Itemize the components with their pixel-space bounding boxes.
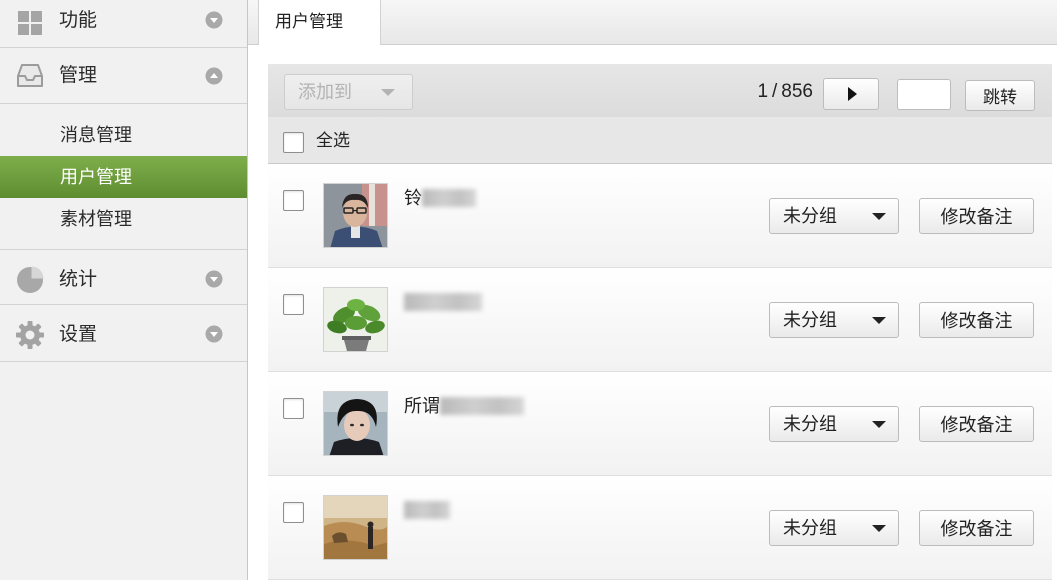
tab-user-management[interactable]: 用户管理 xyxy=(258,0,381,45)
add-to-dropdown[interactable]: 添加到 xyxy=(284,74,413,110)
name-blur-mask xyxy=(422,189,476,207)
user-checkbox[interactable] xyxy=(283,190,304,211)
user-name-text: 铃 xyxy=(404,188,422,208)
avatar xyxy=(323,391,388,456)
user-list-panel: 添加到 1/856 跳转 全选 铃 未分组 修改备注 未分组 修改备注 所谓 未… xyxy=(268,64,1052,580)
group-dropdown[interactable]: 未分组 xyxy=(769,510,899,546)
user-name: 铃 xyxy=(404,187,476,209)
group-label: 未分组 xyxy=(783,518,837,538)
sidebar-submenu-manage: 消息管理 用户管理 素材管理 xyxy=(0,104,247,250)
caret-down-icon xyxy=(872,317,886,324)
triangle-right-icon xyxy=(848,87,857,101)
tab-bar: 用户管理 xyxy=(248,0,1057,45)
chevron-down-icon[interactable] xyxy=(205,270,223,288)
sidebar-section-settings[interactable]: 设置 xyxy=(0,305,247,362)
name-blur-mask xyxy=(404,501,450,519)
select-all-row: 全选 xyxy=(268,117,1052,164)
user-checkbox[interactable] xyxy=(283,294,304,315)
sidebar-section-manage[interactable]: 管理 xyxy=(0,48,247,104)
sidebar-section-statistics[interactable]: 统计 xyxy=(0,250,247,305)
toolbar: 添加到 1/856 跳转 xyxy=(268,64,1052,117)
select-all-label[interactable]: 全选 xyxy=(316,130,350,152)
edit-remark-button[interactable]: 修改备注 xyxy=(919,510,1034,546)
pie-chart-icon xyxy=(15,265,45,295)
grid-icon xyxy=(17,10,43,36)
avatar xyxy=(323,495,388,560)
chevron-down-icon[interactable] xyxy=(205,11,223,29)
sidebar-item-material-management[interactable]: 素材管理 xyxy=(0,198,247,240)
gear-icon xyxy=(14,319,46,351)
page-total: 856 xyxy=(781,81,813,102)
caret-down-icon xyxy=(872,525,886,532)
user-list: 铃 未分组 修改备注 未分组 修改备注 所谓 未分组 修改备注 未分组 修改备注 xyxy=(268,164,1052,580)
user-row: 未分组 修改备注 xyxy=(268,268,1052,372)
avatar xyxy=(323,183,388,248)
user-row: 所谓 未分组 修改备注 xyxy=(268,372,1052,476)
group-dropdown[interactable]: 未分组 xyxy=(769,302,899,338)
group-label: 未分组 xyxy=(783,414,837,434)
user-checkbox[interactable] xyxy=(283,398,304,419)
name-blur-mask xyxy=(440,397,524,415)
user-name xyxy=(404,291,482,313)
sidebar-section-label: 功能 xyxy=(59,10,98,31)
sidebar-section-function[interactable]: 功能 xyxy=(0,0,247,48)
user-name xyxy=(404,499,450,521)
user-row: 铃 未分组 修改备注 xyxy=(268,164,1052,268)
inbox-icon xyxy=(15,60,45,90)
caret-down-icon xyxy=(872,421,886,428)
sidebar-section-label: 设置 xyxy=(59,324,98,345)
group-dropdown[interactable]: 未分组 xyxy=(769,198,899,234)
sidebar-item-message-management[interactable]: 消息管理 xyxy=(0,114,247,156)
sidebar-item-user-management[interactable]: 用户管理 xyxy=(0,156,247,198)
caret-down-icon xyxy=(381,89,395,96)
edit-remark-button[interactable]: 修改备注 xyxy=(919,302,1034,338)
page-jump-input[interactable] xyxy=(897,79,951,110)
name-blur-mask xyxy=(404,293,482,311)
sidebar: 功能 管理 消息管理 用户管理 素材管理 统计 设置 xyxy=(0,0,248,580)
group-dropdown[interactable]: 未分组 xyxy=(769,406,899,442)
user-checkbox[interactable] xyxy=(283,502,304,523)
sidebar-section-label: 管理 xyxy=(59,65,98,86)
page-current: 1 xyxy=(757,81,769,102)
avatar xyxy=(323,287,388,352)
pager-text: 1/856 xyxy=(757,81,813,103)
edit-remark-button[interactable]: 修改备注 xyxy=(919,406,1034,442)
user-name-text: 所谓 xyxy=(404,396,440,416)
page-separator: / xyxy=(772,81,778,102)
group-label: 未分组 xyxy=(783,206,837,226)
jump-button[interactable]: 跳转 xyxy=(965,80,1035,111)
next-page-button[interactable] xyxy=(823,78,879,110)
sidebar-section-label: 统计 xyxy=(59,269,98,290)
add-to-label: 添加到 xyxy=(298,82,352,102)
caret-down-icon xyxy=(872,213,886,220)
group-label: 未分组 xyxy=(783,310,837,330)
select-all-checkbox[interactable] xyxy=(283,132,304,153)
chevron-up-icon[interactable] xyxy=(205,67,223,85)
user-row: 未分组 修改备注 xyxy=(268,476,1052,580)
user-name: 所谓 xyxy=(404,395,524,417)
edit-remark-button[interactable]: 修改备注 xyxy=(919,198,1034,234)
chevron-down-icon[interactable] xyxy=(205,325,223,343)
